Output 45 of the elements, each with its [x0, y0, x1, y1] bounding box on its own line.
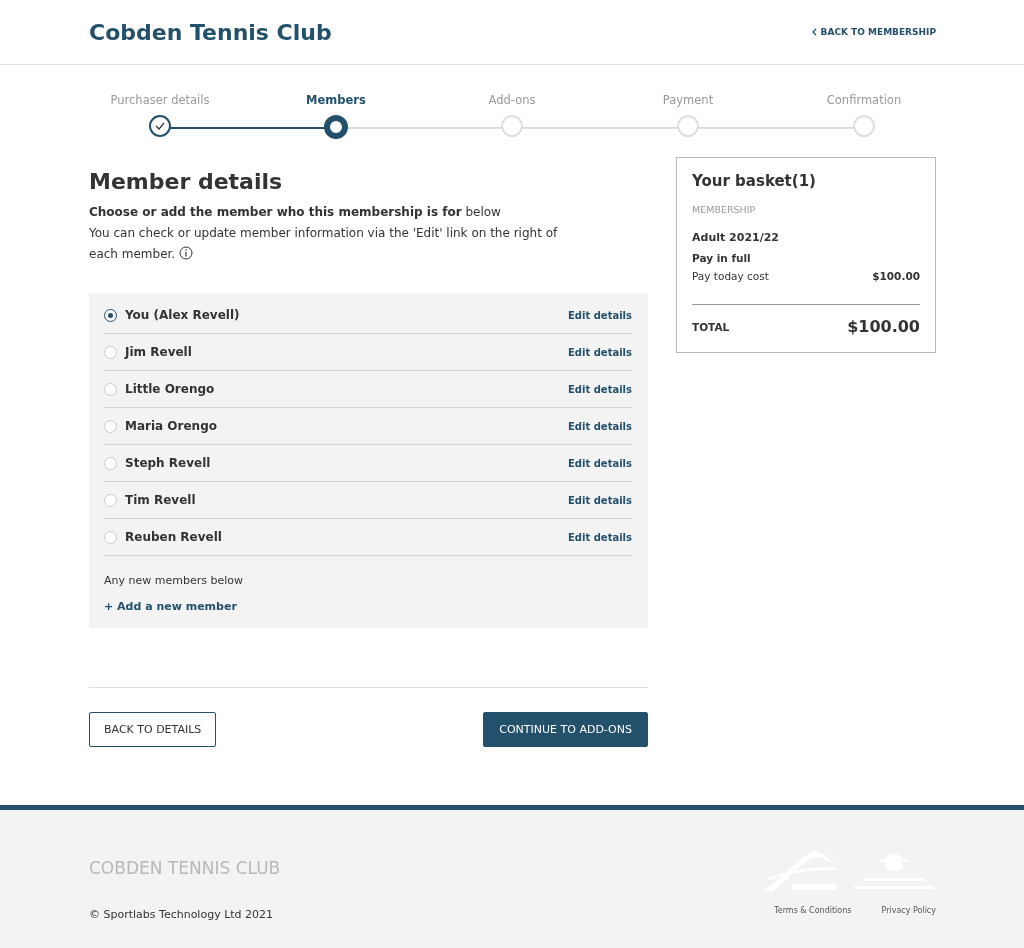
total-label: TOTAL [692, 320, 730, 333]
continue-button[interactable]: CONTINUE TO ADD-ONS [483, 712, 648, 747]
back-button[interactable]: BACK TO DETAILS [89, 712, 217, 747]
member-name: Jim Revell [125, 345, 193, 359]
intro-text: Choose or add the member who this membership is for below [89, 204, 502, 221]
check-icon [155, 122, 165, 130]
edit-link[interactable]: Edit details [568, 309, 632, 321]
member-name: Little Orengo [125, 382, 216, 396]
step-label: Members [306, 93, 366, 109]
step-label: Confirmation [826, 93, 902, 109]
step-label: Purchaser details [110, 93, 210, 109]
member-name: Reuben Revell [125, 530, 223, 544]
footer-club-name: COBDEN TENNIS CLUB [89, 858, 281, 878]
total-value: $100.00 [847, 317, 920, 336]
add-member-link[interactable]: + Add a new member [104, 600, 237, 613]
step-label: Add-ons [488, 93, 536, 109]
info-icon[interactable] [179, 246, 194, 260]
help-text: You can check or update member information via the 'Edit' link on the right of [89, 225, 559, 242]
member-name: You (Alex Revell) [125, 308, 241, 322]
edit-link[interactable]: Edit details [568, 383, 632, 395]
edit-link[interactable]: Edit details [568, 420, 632, 432]
step-label: Payment [662, 93, 714, 109]
cost-label: Pay today cost [692, 270, 769, 282]
note-text: Any new members below [104, 574, 244, 587]
plan-name: Pay in full [692, 252, 752, 264]
cost-value: $100.00 [872, 270, 920, 282]
help-text: each member. [89, 247, 176, 261]
radio-button[interactable] [104, 308, 117, 322]
footer-link[interactable]: Privacy Policy [881, 906, 936, 915]
edit-link[interactable]: Edit details [568, 494, 632, 506]
footer-link[interactable]: Terms & Conditions [774, 906, 852, 915]
copyright-text: © Sportlabs Technology Ltd 2021 [89, 908, 275, 921]
back-link[interactable]: BACK TO MEMBERSHIP [820, 27, 936, 37]
edit-link[interactable]: Edit details [568, 531, 632, 543]
category-label: MEMBERSHIP [692, 204, 757, 215]
edit-link[interactable]: Edit details [568, 346, 632, 358]
basket-title: Your basket(1) [692, 172, 817, 190]
member-name: Tim Revell [125, 493, 197, 507]
member-name: Maria Orengo [125, 419, 218, 433]
chevron-left-icon [811, 28, 817, 36]
item-name: Adult 2021/22 [692, 231, 781, 244]
edit-link[interactable]: Edit details [568, 457, 632, 469]
club-title: Cobden Tennis Club [89, 19, 332, 45]
section-heading: Member details [89, 169, 284, 194]
member-name: Steph Revell [125, 456, 212, 470]
